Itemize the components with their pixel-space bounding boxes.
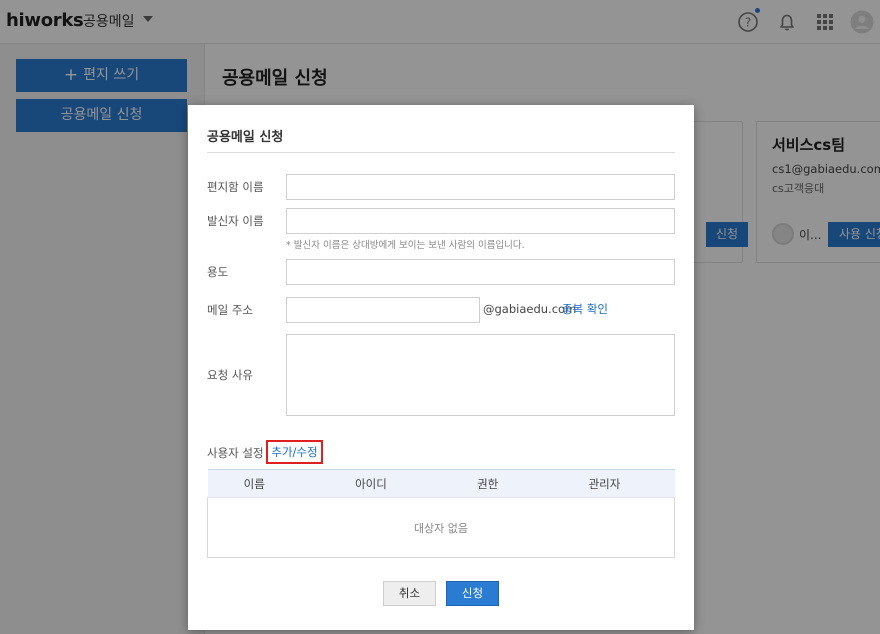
user-settings-label: 사용자 설정 <box>207 446 264 460</box>
dialog-title: 공용메일 신청 <box>207 130 284 145</box>
empty-state-text: 대상자 없음 <box>207 497 675 558</box>
request-reason-textarea[interactable] <box>286 334 675 416</box>
divider <box>207 152 675 153</box>
sender-name-label: 발신자 이름 <box>207 214 264 228</box>
mailbox-name-label: 편지함 이름 <box>207 180 264 194</box>
request-reason-label: 요청 사유 <box>207 368 253 382</box>
duplicate-check-link[interactable]: 중복 확인 <box>562 301 608 317</box>
cancel-button[interactable]: 취소 <box>383 581 436 606</box>
email-address-label: 메일 주소 <box>207 303 253 317</box>
purpose-label: 용도 <box>207 265 229 279</box>
column-header-id: 아이디 <box>300 469 441 498</box>
column-header-permission: 권한 <box>440 469 535 498</box>
column-header-admin: 관리자 <box>534 469 675 498</box>
submit-button[interactable]: 신청 <box>446 581 499 606</box>
user-table: 이름 아이디 권한 관리자 대상자 없음 <box>207 469 675 558</box>
sender-name-hint: * 발신자 이름은 상대방에게 보이는 보낸 사람의 이름입니다. <box>286 240 525 251</box>
table-row: 대상자 없음 <box>207 497 675 558</box>
mailbox-name-input[interactable] <box>286 174 675 200</box>
column-header-name: 이름 <box>207 469 301 498</box>
email-local-part-input[interactable] <box>286 297 480 323</box>
table-header-row: 이름 아이디 권한 관리자 <box>207 469 675 498</box>
add-edit-users-link[interactable]: 추가/수정 <box>266 440 323 464</box>
purpose-input[interactable] <box>286 259 675 285</box>
apply-dialog: 공용메일 신청 편지함 이름 발신자 이름 * 발신자 이름은 상대방에게 보이… <box>188 105 694 630</box>
sender-name-input[interactable] <box>286 208 675 234</box>
